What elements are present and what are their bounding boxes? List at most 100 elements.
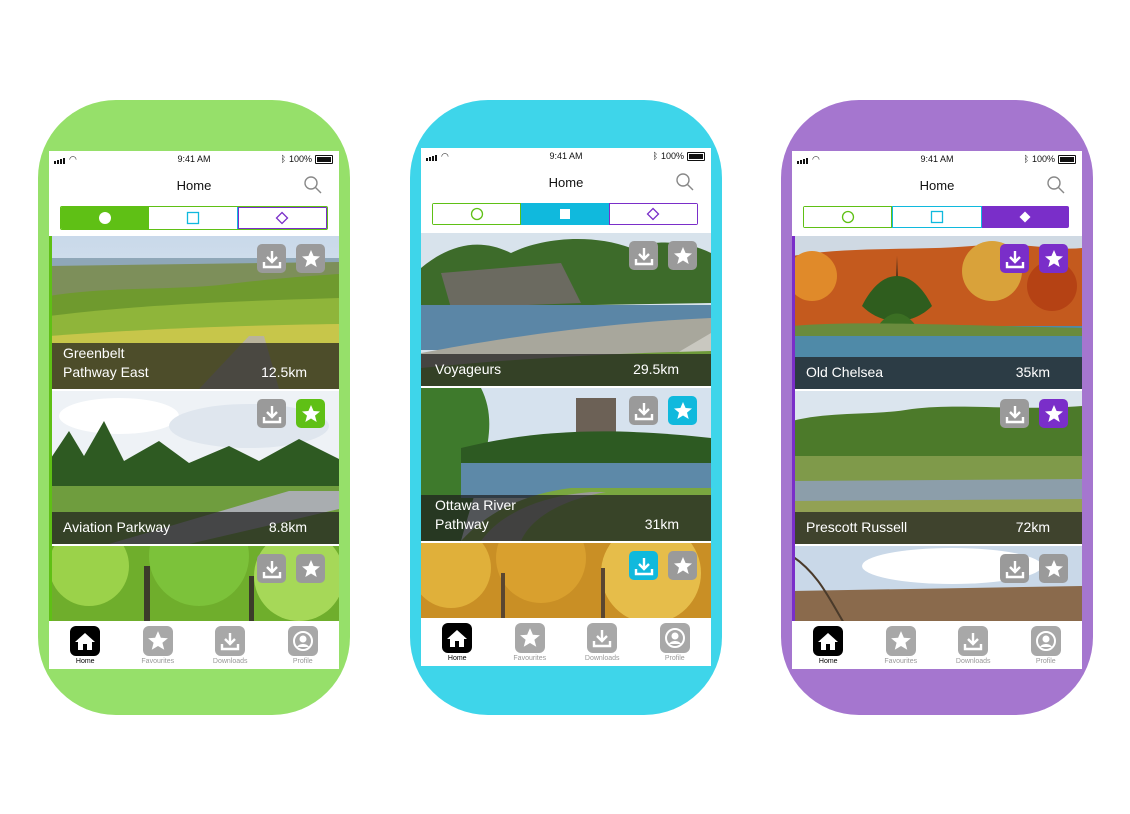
favourite-button[interactable] (296, 244, 325, 273)
segment-square[interactable] (892, 206, 982, 228)
phone-cyan: ◠ 9:41 AM ᛒ 100% Home Voyageurs 29.5km O… (410, 100, 722, 715)
filter-segmented-control (432, 203, 698, 225)
favourite-button[interactable] (296, 554, 325, 583)
tab-bar: Home Favourites Downloads Profile (792, 621, 1082, 669)
trail-caption: Ottawa River Pathway 31km (421, 495, 711, 541)
star-icon (301, 404, 320, 422)
segment-diamond[interactable] (608, 203, 698, 225)
trail-card[interactable] (49, 546, 339, 621)
page-title: Home (548, 175, 584, 190)
favourite-button[interactable] (1039, 244, 1068, 273)
search-icon[interactable] (1046, 175, 1066, 195)
app-screen: ◠ 9:41 AM ᛒ 100% Home (792, 151, 1082, 669)
square-icon (930, 210, 944, 224)
trail-distance: 72km (1015, 519, 1050, 535)
download-icon (1005, 560, 1024, 578)
download-button[interactable] (257, 399, 286, 428)
tab-profile[interactable]: Profile (639, 618, 712, 666)
trail-distance: 8.8km (268, 519, 307, 535)
profile-icon (1030, 626, 1061, 656)
favourite-button[interactable] (296, 399, 325, 428)
trail-name: Greenbelt Pathway East (63, 345, 149, 380)
tab-profile[interactable]: Profile (1010, 621, 1083, 669)
download-button[interactable] (629, 396, 658, 425)
battery-percent: 100% (1031, 154, 1055, 164)
segment-square[interactable] (149, 207, 238, 229)
segment-circle[interactable] (61, 207, 150, 229)
download-icon (634, 557, 653, 575)
trail-caption: Aviation Parkway 8.8km (49, 512, 339, 544)
profile-icon (287, 626, 318, 656)
favourite-button[interactable] (1039, 554, 1068, 583)
favourite-button[interactable] (668, 551, 697, 580)
download-icon (215, 626, 246, 656)
trail-list[interactable]: Greenbelt Pathway East 12.5km Aviation P… (49, 236, 339, 621)
battery-percent: 100% (660, 151, 684, 161)
trail-list[interactable]: Old Chelsea 35km Prescott Russell 72km (792, 236, 1082, 621)
trail-card[interactable] (792, 546, 1082, 621)
tab-favourites[interactable]: Favourites (122, 621, 195, 669)
trail-card[interactable] (421, 543, 711, 618)
download-button[interactable] (1000, 244, 1029, 273)
trail-caption: Greenbelt Pathway East 12.5km (49, 343, 339, 389)
favourite-button[interactable] (1039, 399, 1068, 428)
trail-distance: 35km (1015, 364, 1050, 380)
download-button[interactable] (629, 551, 658, 580)
trail-card[interactable]: Voyageurs 29.5km (421, 233, 711, 386)
tab-favourites[interactable]: Favourites (494, 618, 567, 666)
star-icon (673, 401, 692, 419)
bluetooth-icon: ᛒ (652, 151, 658, 161)
tab-home[interactable]: Home (49, 621, 122, 669)
segment-circle[interactable] (803, 206, 893, 228)
star-icon (885, 626, 916, 656)
trail-distance: 12.5km (261, 364, 307, 380)
download-icon (262, 405, 281, 423)
star-icon (142, 626, 173, 656)
diamond-icon (275, 211, 289, 225)
download-button[interactable] (1000, 399, 1029, 428)
profile-icon (659, 623, 690, 653)
circle-icon (841, 210, 854, 224)
trail-name: Old Chelsea (806, 364, 884, 380)
active-indicator-stripe (49, 236, 52, 621)
trail-list[interactable]: Voyageurs 29.5km Ottawa River Pathway 31… (421, 233, 711, 618)
segment-diamond[interactable] (237, 207, 327, 229)
download-icon (587, 623, 618, 653)
segment-square[interactable] (521, 203, 609, 225)
circle-icon (98, 212, 111, 224)
star-icon (301, 249, 320, 267)
tab-favourites[interactable]: Favourites (865, 621, 938, 669)
tab-downloads[interactable]: Downloads (194, 621, 267, 669)
tab-downloads[interactable]: Downloads (937, 621, 1010, 669)
download-icon (262, 560, 281, 578)
tab-profile[interactable]: Profile (267, 621, 340, 669)
trail-card[interactable]: Ottawa River Pathway 31km (421, 388, 711, 541)
trail-card[interactable]: Old Chelsea 35km (792, 236, 1082, 389)
download-button[interactable] (257, 554, 286, 583)
favourite-button[interactable] (668, 241, 697, 270)
download-icon (634, 247, 653, 265)
trail-card[interactable]: Prescott Russell 72km (792, 391, 1082, 544)
segment-circle[interactable] (432, 203, 522, 225)
trail-caption: Prescott Russell 72km (792, 512, 1082, 544)
tab-downloads[interactable]: Downloads (566, 618, 639, 666)
download-button[interactable] (257, 244, 286, 273)
download-button[interactable] (629, 241, 658, 270)
star-icon (673, 246, 692, 264)
app-screen: ◠ 9:41 AM ᛒ 100% Home (49, 151, 339, 669)
home-icon (70, 626, 101, 656)
status-bar: ◠ 9:41 AM ᛒ 100% (421, 148, 711, 164)
segment-diamond[interactable] (981, 206, 1069, 228)
favourite-button[interactable] (668, 396, 697, 425)
status-bar: ◠ 9:41 AM ᛒ 100% (49, 151, 339, 167)
trail-name: Voyageurs (435, 361, 502, 377)
trail-card[interactable]: Greenbelt Pathway East 12.5km (49, 236, 339, 389)
search-icon[interactable] (675, 172, 695, 192)
download-button[interactable] (1000, 554, 1029, 583)
search-icon[interactable] (303, 175, 323, 195)
trail-card[interactable]: Aviation Parkway 8.8km (49, 391, 339, 544)
download-icon (634, 402, 653, 420)
tab-home[interactable]: Home (421, 618, 494, 666)
tab-home[interactable]: Home (792, 621, 865, 669)
home-icon (813, 626, 844, 656)
